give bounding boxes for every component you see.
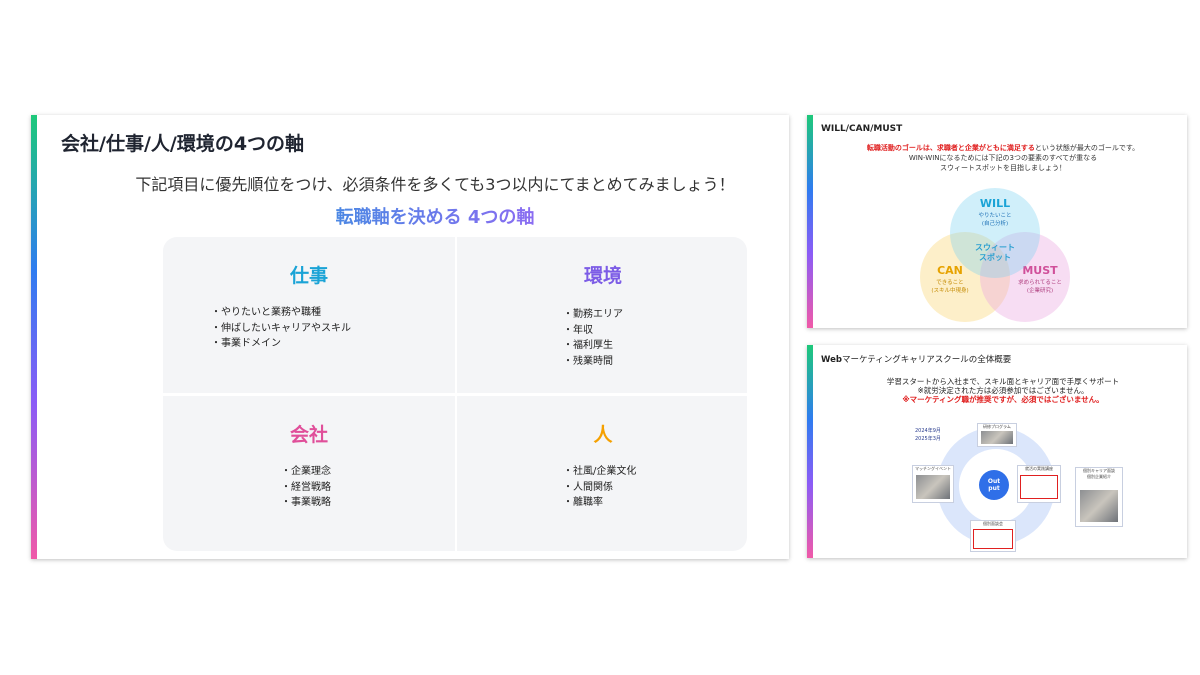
date-label: 2024年9月 2025年3月 <box>915 427 941 443</box>
quadrant-people: 人 社風/企業文化 人間関係 離職率 <box>457 396 749 552</box>
quadrant-list: 企業理念 経営戦略 事業戦略 <box>281 464 331 511</box>
sweet-spot-label: スウィート スポット <box>950 243 1040 263</box>
main-slide-thumbnail[interactable]: 会社/仕事/人/環境の4つの軸 下記項目に優先順位をつけ、必須条件を多くても3つ… <box>31 115 789 559</box>
list-item: 事業戦略 <box>281 495 331 511</box>
list-item: 離職率 <box>563 495 636 511</box>
quadrant-list: やりたいと業務や職種 伸ばしたいキャリアやスキル 事業ドメイン <box>211 305 351 352</box>
interview-card: 個別面談会 <box>970 520 1016 552</box>
quadrant-list: 勤務エリア 年収 福利厚生 残業時間 <box>563 307 623 369</box>
card-label: 個別面談会 <box>983 521 1003 526</box>
will-sub-line: (自己分析) <box>981 221 1009 227</box>
must-sub: 求められてること (企業研究) <box>1010 279 1070 295</box>
title-bold: Web <box>821 355 842 365</box>
card-label: 個別企業紹介 <box>1087 474 1111 479</box>
date-line: 2025年3月 <box>915 436 941 442</box>
card-label: 就活の実践講座 <box>1025 466 1053 471</box>
sweet-spot-line: スポット <box>979 253 1011 262</box>
date-line: 2024年9月 <box>915 428 941 434</box>
sweet-spot-line: スウィート <box>975 243 1015 252</box>
list-item: 企業理念 <box>281 464 331 480</box>
practice-card: 就活の実践講座 <box>1017 465 1061 503</box>
core-line: put <box>988 485 1000 492</box>
section-heading: 転職軸を決める 4つの軸 <box>31 203 789 229</box>
list-item: 事業ドメイン <box>211 336 351 352</box>
slide-title: WILL/CAN/MUST <box>821 124 903 134</box>
quadrant-environment: 環境 勤務エリア 年収 福利厚生 残業時間 <box>457 237 749 393</box>
intro-line: 学習スタートから入社まで、スキル面とキャリア面で手厚くサポート <box>886 377 1120 386</box>
web-marketing-slide-thumbnail[interactable]: Webマーケティングキャリアスクールの全体概要 学習スタートから入社まで、スキル… <box>807 345 1187 558</box>
career-photo <box>1080 490 1118 522</box>
intro-highlight: 転職活動のゴールは、求職者と企業がともに満足する <box>866 144 1035 152</box>
instruction-text: 下記項目に優先順位をつけ、必須条件を多くても3つ以内にてまとめてみましょう！ <box>135 175 735 194</box>
four-axis-grid: 仕事 やりたいと業務や職種 伸ばしたいキャリアやスキル 事業ドメイン 環境 勤務… <box>163 237 747 551</box>
intro-line: WIN-WINになるためには下記の3つの要素のすべてが重なる <box>908 154 1098 162</box>
list-item: 人間関係 <box>563 480 636 496</box>
card-label: マッチングイベント <box>915 466 951 471</box>
quadrant-company: 会社 企業理念 経営戦略 事業戦略 <box>163 396 455 552</box>
list-item: 伸ばしたいキャリアやスキル <box>211 321 351 337</box>
title-rest: マーケティングキャリアスクールの全体概要 <box>841 355 1012 365</box>
intro-text: 学習スタートから入社まで、スキル面とキャリア面で手厚くサポート ※就労決定された… <box>807 377 1187 404</box>
matching-card: マッチングイベント <box>912 465 954 503</box>
career-card: 個別キャリア面談 個別企業紹介 <box>1075 467 1123 527</box>
program-photo <box>981 431 1013 444</box>
quadrant-title: 仕事 <box>289 265 328 287</box>
intro-line: スウィートスポットを目指しましょう！ <box>940 164 1066 172</box>
must-sub-line: (企業研究) <box>1026 288 1054 294</box>
must-sub-line: 求められてること <box>1018 280 1062 286</box>
intro-text: 転職活動のゴールは、求職者と企業がともに満足するという状態が最大のゴールです。 … <box>807 143 1187 173</box>
slide-title: 会社/仕事/人/環境の4つの軸 <box>61 133 305 155</box>
list-item: 残業時間 <box>563 354 623 370</box>
will-label: WILL <box>979 197 1011 210</box>
output-core: Out put <box>979 470 1009 500</box>
intro-text-rest: という状態が最大のゴールです。 <box>1034 144 1140 152</box>
quadrant-title: 人 <box>593 424 613 446</box>
matching-photo <box>916 475 950 499</box>
list-item: 勤務エリア <box>563 307 623 323</box>
quadrant-list: 社風/企業文化 人間関係 離職率 <box>563 464 636 511</box>
quadrant-title: 会社 <box>289 424 328 446</box>
intro-line: ※就労決定された方は必須参加ではございません。 <box>917 386 1089 395</box>
will-circle: WILL やりたいこと (自己分析) <box>950 188 1040 278</box>
slide-title: Webマーケティングキャリアスクールの全体概要 <box>821 353 1011 365</box>
list-item: 社風/企業文化 <box>563 464 636 480</box>
core-line: Out <box>987 478 1001 485</box>
quadrant-work: 仕事 やりたいと業務や職種 伸ばしたいキャリアやスキル 事業ドメイン <box>163 237 455 393</box>
card-label: 研修プログラム <box>983 424 1011 429</box>
list-item: やりたいと業務や職種 <box>211 305 351 321</box>
intro-line-red: ※マーケティング職が推奨ですが、必須ではございません。 <box>902 395 1104 404</box>
list-item: 福利厚生 <box>563 338 623 354</box>
will-sub-line: やりたいこと <box>978 213 1012 219</box>
will-can-must-slide-thumbnail[interactable]: WILL/CAN/MUST 転職活動のゴールは、求職者と企業がともに満足するとい… <box>807 115 1187 328</box>
list-item: 経営戦略 <box>281 480 331 496</box>
list-item: 年収 <box>563 323 623 339</box>
program-card: 研修プログラム <box>977 423 1017 447</box>
highlight-box <box>973 529 1013 549</box>
quadrant-title: 環境 <box>583 265 622 287</box>
will-sub: やりたいこと (自己分析) <box>950 212 1040 228</box>
highlight-box <box>1020 475 1058 499</box>
